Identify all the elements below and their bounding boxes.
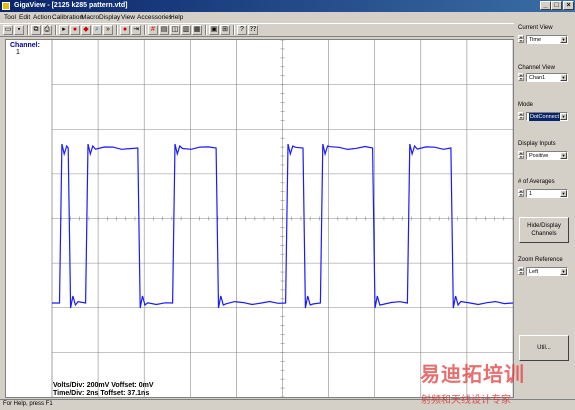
util-button[interactable]: Util... — [519, 335, 569, 361]
status-text: For Help, press F1 — [3, 401, 53, 407]
record-icon[interactable]: ● — [120, 25, 130, 35]
waveform-display[interactable]: Channel: 1 Volts/Div: 200mV Voffset: 0mV… — [5, 39, 514, 398]
step-icon[interactable]: ⇥ — [131, 25, 141, 35]
channel-view-label: Channel View — [518, 65, 555, 71]
toolbar: ▭ ▪ ⧉ ⎙ ▸ ● ◆ ⌕ » ● ⇥ # ▤ ◫ ▥ ▦ ▣ ⊞ ? ⁇ — [0, 23, 514, 37]
control-panel: Current View ▲ ▼ Time ▼ Channel View ▲ ▼ Ch… — [514, 23, 575, 398]
channel-number: 1 — [16, 49, 20, 56]
display-inputs-label: Display Inputs — [518, 141, 556, 147]
clear-icon[interactable]: ▥ — [181, 25, 191, 35]
window-title: GigaView - [2125 k285 pattern.vtd] — [14, 2, 128, 9]
menu-view[interactable]: View — [121, 12, 135, 23]
setup-icon[interactable]: ▣ — [209, 25, 219, 35]
probe-icon[interactable]: ⊞ — [220, 25, 230, 35]
current-view-select[interactable]: ▲ ▼ Time ▼ — [518, 35, 568, 44]
menu-display[interactable]: Display — [99, 12, 120, 23]
menu-macro[interactable]: Macro — [81, 12, 99, 23]
marker-icon[interactable]: ◫ — [170, 25, 180, 35]
zoom-reference-label: Zoom Reference — [518, 257, 563, 263]
menu-bar: Tool Edit Action Calibration Macro Displ… — [0, 12, 575, 23]
time-div-readout: Time/Div: 2ns Toffset: 37.1ns — [53, 390, 150, 397]
menu-action[interactable]: Action — [33, 12, 51, 23]
watermark-logo: 易迪拓培训 — [420, 362, 525, 386]
averages-label: # of Averages — [518, 179, 555, 185]
close-button[interactable]: × — [563, 1, 574, 10]
menu-tool[interactable]: Tool — [4, 12, 16, 23]
zoom-icon[interactable]: ⌕ — [92, 25, 102, 35]
stop-icon[interactable]: ● — [70, 25, 80, 35]
single-icon[interactable]: ◆ — [81, 25, 91, 35]
averages-select[interactable]: ▲ ▼ 1 ▼ — [518, 189, 568, 198]
app-icon — [2, 2, 10, 10]
print-icon[interactable]: ⎙ — [42, 25, 52, 35]
fit-icon[interactable]: ▦ — [192, 25, 202, 35]
waveform-plot — [51, 40, 513, 397]
hide-display-channels-button[interactable]: Hide/Display Channels — [519, 217, 569, 243]
save-icon[interactable]: ▪ — [14, 25, 24, 35]
grid-icon[interactable]: # — [148, 25, 158, 35]
menu-calibration[interactable]: Calibration — [52, 12, 83, 23]
help-icon[interactable]: ? — [237, 25, 247, 35]
mode-label: Mode — [518, 102, 534, 108]
volts-div-readout: Volts/Div: 200mV Voffset: 0mV — [53, 382, 154, 389]
maximize-button[interactable]: □ — [551, 1, 562, 10]
current-view-label: Current View — [518, 25, 553, 31]
copy-icon[interactable]: ⧉ — [31, 25, 41, 35]
title-bar: GigaView - [2125 k285 pattern.vtd] _ □ × — [0, 0, 575, 12]
mode-select[interactable]: ▲ ▼ DotConnect ▼ — [518, 112, 568, 121]
minimize-button[interactable]: _ — [540, 1, 551, 10]
context-help-icon[interactable]: ⁇ — [248, 25, 258, 35]
forward-icon[interactable]: » — [103, 25, 113, 35]
menu-accessories[interactable]: Accessories — [137, 12, 172, 23]
menu-edit[interactable]: Edit — [19, 12, 30, 23]
menu-help[interactable]: Help — [170, 12, 183, 23]
watermark-tagline: 射频和天线设计专家 — [421, 395, 511, 406]
display-inputs-select[interactable]: ▲ ▼ Positive ▼ — [518, 151, 568, 160]
channel-view-select[interactable]: ▲ ▼ Chan1 ▼ — [518, 73, 568, 82]
zoom-reference-select[interactable]: ▲ ▼ Left ▼ — [518, 267, 568, 276]
channel-label: Channel: — [10, 42, 40, 49]
open-icon[interactable]: ▭ — [3, 25, 13, 35]
scale-icon[interactable]: ▤ — [159, 25, 169, 35]
run-icon[interactable]: ▸ — [59, 25, 69, 35]
